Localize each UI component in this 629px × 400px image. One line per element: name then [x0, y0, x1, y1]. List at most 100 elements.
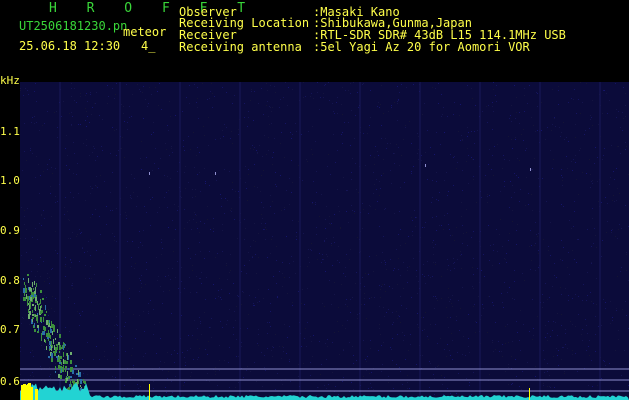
noise-pixel [312, 126, 313, 127]
echo-pixel [55, 366, 56, 370]
noise-pixel [30, 375, 31, 376]
noise-pixel [108, 96, 109, 97]
noise-pixel [73, 142, 74, 143]
noise-pixel [323, 259, 324, 260]
noise-pixel [129, 298, 130, 299]
noise-pixel [578, 296, 579, 297]
noise-pixel [433, 374, 434, 375]
noise-pixel [435, 88, 436, 89]
noise-pixel [87, 342, 88, 343]
noise-pixel [502, 246, 503, 247]
noise-pixel [444, 215, 445, 216]
noise-pixel [578, 194, 579, 195]
noise-pixel [100, 175, 101, 176]
noise-pixel [102, 150, 103, 151]
echo-pixel [28, 278, 29, 283]
noise-pixel [148, 303, 149, 304]
echo-pixel [34, 281, 35, 285]
noise-pixel [145, 99, 146, 100]
noise-pixel [576, 262, 577, 263]
noise-pixel [114, 236, 115, 237]
noise-pixel [219, 360, 220, 361]
echo-pixel [33, 288, 34, 290]
noise-pixel [244, 239, 245, 240]
noise-pixel [254, 362, 255, 363]
noise-pixel [596, 278, 597, 279]
noise-pixel [85, 265, 86, 266]
noise-pixel [379, 195, 380, 196]
noise-pixel [400, 275, 401, 276]
noise-pixel [110, 210, 111, 211]
noise-pixel [90, 217, 91, 218]
noise-pixel [432, 276, 433, 277]
noise-pixel [409, 266, 410, 267]
noise-pixel [248, 111, 249, 112]
noise-pixel [367, 133, 368, 134]
noise-pixel [453, 263, 454, 264]
noise-pixel [211, 83, 212, 84]
noise-pixel [36, 122, 37, 123]
noise-pixel [254, 223, 255, 224]
noise-pixel [533, 328, 534, 329]
noise-pixel [561, 204, 562, 205]
noise-pixel [368, 213, 369, 214]
noise-pixel [213, 284, 214, 285]
echo-pixel [49, 346, 51, 349]
noise-pixel [409, 388, 410, 389]
noise-pixel [264, 135, 265, 136]
noise-pixel [170, 279, 171, 280]
noise-pixel [91, 302, 92, 303]
noise-pixel [224, 169, 225, 170]
noise-pixel [249, 260, 250, 261]
noise-pixel [396, 311, 397, 312]
noise-pixel [72, 232, 73, 233]
noise-pixel [430, 324, 431, 325]
noise-pixel [537, 93, 538, 94]
noise-pixel [322, 259, 323, 260]
noise-pixel [365, 273, 366, 274]
noise-pixel [82, 248, 83, 249]
noise-pixel [525, 205, 526, 206]
noise-pixel [264, 229, 265, 230]
noise-pixel [507, 324, 508, 325]
noise-pixel [528, 193, 529, 194]
noise-pixel [298, 364, 299, 365]
noise-pixel [493, 175, 494, 176]
noise-pixel [287, 337, 288, 338]
noise-pixel [366, 370, 367, 371]
noise-pixel [258, 345, 259, 346]
noise-pixel [472, 98, 473, 99]
noise-pixel [546, 201, 547, 202]
noise-pixel [140, 280, 141, 281]
noise-pixel [399, 165, 400, 166]
noise-pixel [210, 327, 211, 328]
noise-pixel [514, 281, 515, 282]
noise-pixel [244, 103, 245, 104]
noise-pixel [338, 307, 339, 308]
noise-pixel [503, 307, 504, 308]
noise-pixel [80, 93, 81, 94]
noise-pixel [174, 350, 175, 351]
noise-pixel [397, 318, 398, 319]
noise-pixel [200, 191, 201, 192]
noise-pixel [231, 211, 232, 212]
noise-pixel [350, 145, 351, 146]
noise-pixel [90, 92, 91, 93]
noise-pixel [561, 294, 562, 295]
noise-pixel [541, 130, 542, 131]
echo-pixel [31, 288, 32, 292]
echo-pixel [39, 303, 40, 305]
noise-pixel [458, 131, 459, 132]
noise-pixel [247, 126, 248, 127]
noise-pixel [616, 310, 617, 311]
noise-pixel [504, 159, 505, 160]
noise-pixel [96, 186, 97, 187]
noise-pixel [241, 304, 242, 305]
noise-pixel [185, 362, 186, 363]
noise-pixel [334, 242, 335, 243]
noise-pixel [379, 306, 380, 307]
noise-pixel [400, 322, 401, 323]
noise-pixel [536, 92, 537, 93]
noise-pixel [591, 262, 592, 263]
noise-pixel [162, 370, 163, 371]
